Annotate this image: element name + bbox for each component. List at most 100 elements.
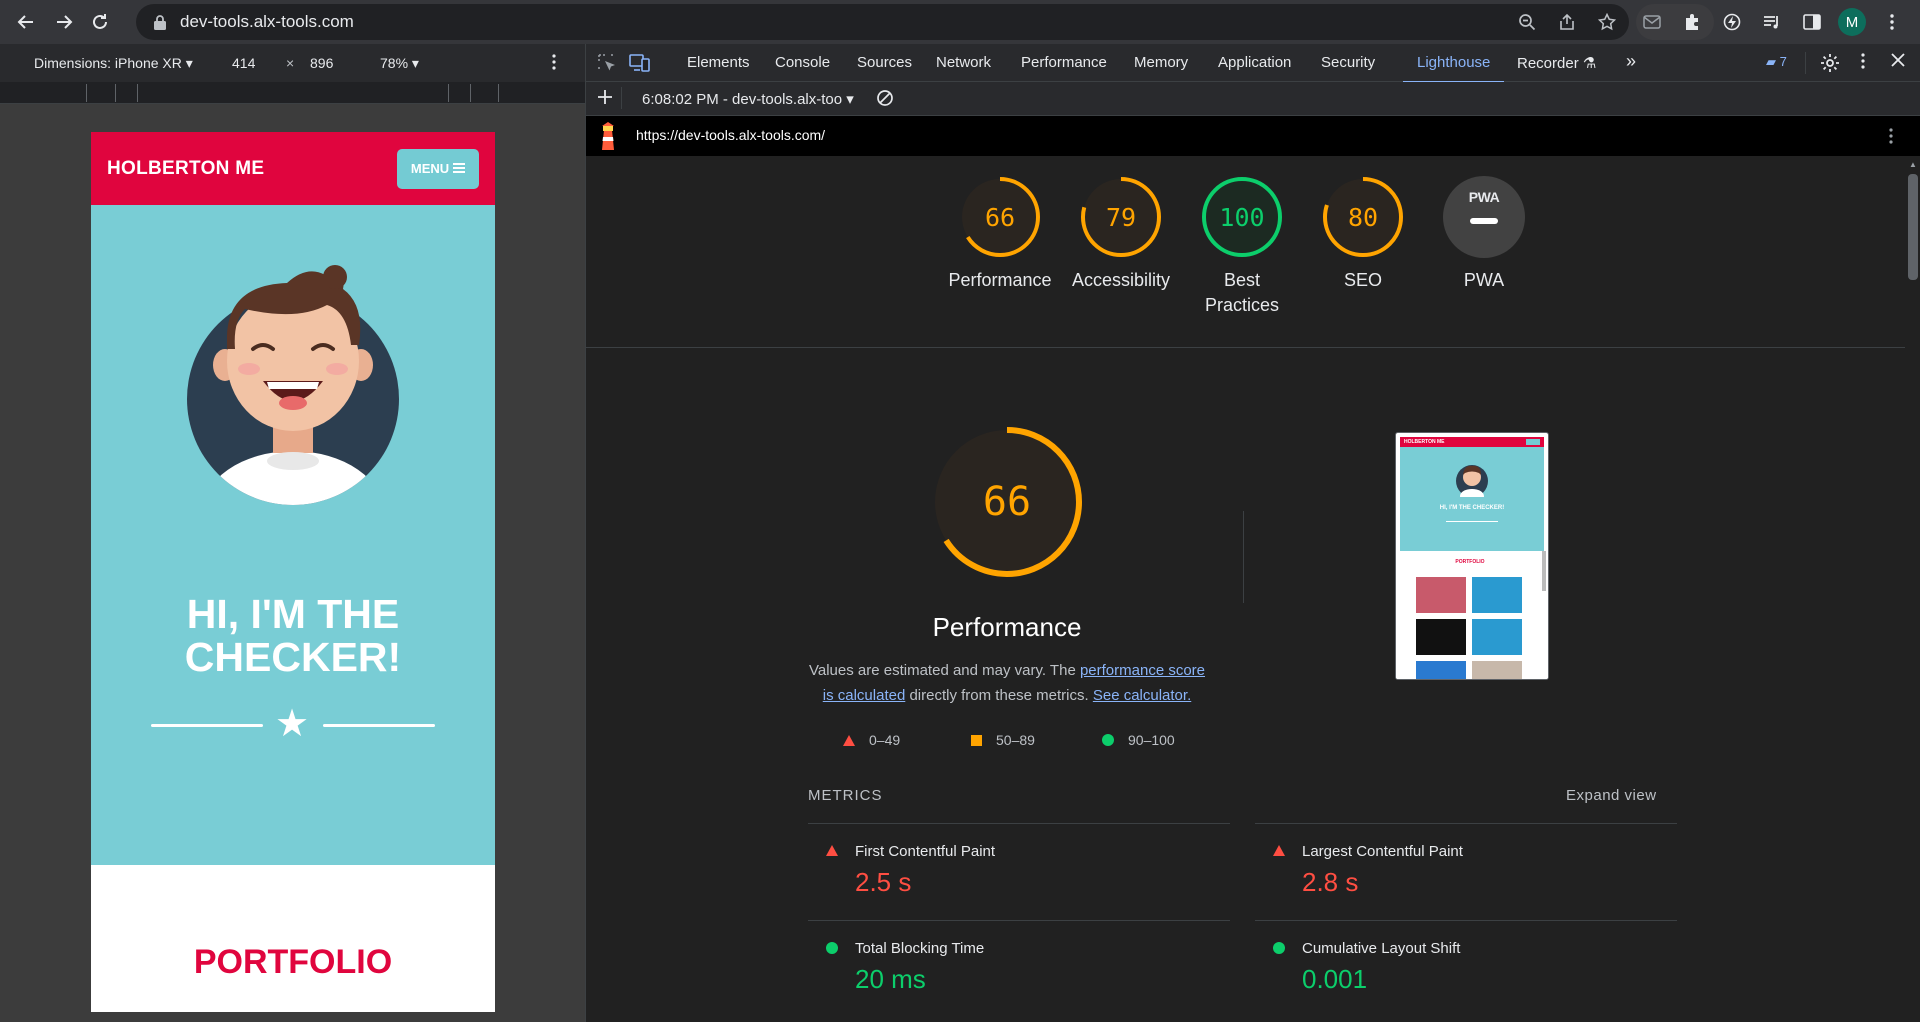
menu-button[interactable]: MENU bbox=[397, 148, 479, 189]
metric-value: 0.001 bbox=[1302, 964, 1368, 994]
thumb-divider bbox=[1446, 521, 1498, 522]
lighthouse-toolbar: 6:08:02 PM - dev-tools.alx-too ▾ bbox=[586, 82, 1920, 116]
tab-recorder[interactable]: Recorder ⚗ bbox=[1517, 54, 1596, 72]
tab-security[interactable]: Security bbox=[1321, 54, 1375, 71]
gauge-best-practices[interactable]: 100 Best Practices bbox=[1182, 176, 1302, 318]
gauge-label: Accessibility bbox=[1071, 270, 1171, 290]
gauge-accessibility[interactable]: 79 Accessibility bbox=[1061, 176, 1181, 293]
desc-text: directly from these metrics. bbox=[905, 687, 1093, 704]
thumb-tile bbox=[1416, 619, 1466, 655]
zoom-icon[interactable] bbox=[1507, 4, 1547, 40]
tab-performance[interactable]: Performance bbox=[1021, 54, 1107, 71]
gauge-score: 100 bbox=[1219, 202, 1265, 232]
gauge-pwa[interactable]: PWA PWA bbox=[1424, 176, 1544, 293]
gauge-score: 80 bbox=[1347, 202, 1379, 232]
gauge-label: PWA bbox=[1463, 270, 1505, 290]
report-scrollbar[interactable]: ▲ bbox=[1905, 156, 1920, 1022]
device-dimensions-select[interactable]: Dimensions: iPhone XR ▾ bbox=[34, 55, 193, 72]
mail-extension-icon[interactable] bbox=[1632, 4, 1672, 40]
gauge-score: 79 bbox=[1105, 202, 1137, 232]
share-icon[interactable] bbox=[1547, 4, 1587, 40]
more-tabs-icon[interactable]: » bbox=[1626, 51, 1636, 72]
tab-elements[interactable]: Elements bbox=[687, 54, 750, 71]
tab-lighthouse[interactable]: Lighthouse bbox=[1402, 54, 1505, 83]
metric-fcp: First Contentful Paint 2.5 s bbox=[808, 823, 1230, 920]
final-screenshot-thumbnail[interactable]: HOLBERTON ME HI, I'M THE CHECKER! PORTFO… bbox=[1395, 432, 1549, 680]
thumb-title: HI, I'M THE CHECKER! bbox=[1439, 505, 1505, 511]
device-zoom-select[interactable]: 78% ▾ bbox=[380, 55, 419, 72]
report-url[interactable]: https://dev-tools.alx-tools.com/ bbox=[636, 127, 825, 143]
address-bar[interactable]: dev-tools.alx-tools.com bbox=[136, 4, 1629, 40]
tab-sources[interactable]: Sources bbox=[857, 54, 912, 71]
lighthouse-report: 66 Performance 79 Accessibility 100 Best… bbox=[586, 156, 1920, 1022]
device-toolbar: Dimensions: iPhone XR ▾ 414 × 896 78% ▾ bbox=[0, 44, 585, 82]
report-selector-label: 6:08:02 PM - dev-tools.alx-too bbox=[642, 91, 843, 108]
lock-icon[interactable] bbox=[154, 14, 168, 30]
issues-count: 7 bbox=[1779, 54, 1787, 69]
scroll-up-icon[interactable]: ▲ bbox=[1909, 160, 1917, 169]
issues-badge[interactable]: ▰ 7 bbox=[1766, 54, 1787, 70]
metrics-heading: METRICS bbox=[808, 787, 883, 804]
tab-network[interactable]: Network bbox=[936, 54, 991, 71]
metric-name: Largest Contentful Paint bbox=[1302, 843, 1463, 860]
address-url[interactable]: dev-tools.alx-tools.com bbox=[180, 12, 354, 32]
ruler-tick bbox=[448, 84, 449, 102]
device-width-input[interactable]: 414 bbox=[232, 55, 255, 71]
thumb-tile bbox=[1472, 661, 1522, 679]
fail-triangle-icon bbox=[1273, 845, 1285, 856]
thumb-hero: HI, I'M THE CHECKER! bbox=[1400, 447, 1544, 551]
performance-score: 66 bbox=[982, 479, 1032, 525]
metric-value: 2.8 s bbox=[1302, 867, 1359, 897]
ruler-tick bbox=[115, 84, 116, 102]
extensions-puzzle-icon[interactable] bbox=[1672, 4, 1712, 40]
performance-description: Values are estimated and may vary. The p… bbox=[804, 658, 1210, 708]
tab-memory[interactable]: Memory bbox=[1134, 54, 1188, 71]
report-selector[interactable]: 6:08:02 PM - dev-tools.alx-too ▾ bbox=[642, 90, 854, 108]
divider-line bbox=[323, 724, 435, 727]
tab-application[interactable]: Application bbox=[1218, 54, 1291, 71]
gauge-ring: 66 bbox=[959, 176, 1041, 258]
browser-toolbar: dev-tools.alx-tools.com M bbox=[0, 0, 1920, 44]
media-queue-icon[interactable] bbox=[1752, 4, 1792, 40]
pass-circle-icon bbox=[1273, 942, 1285, 954]
gauge-performance[interactable]: 66 Performance bbox=[940, 176, 1060, 293]
profile-avatar[interactable]: M bbox=[1832, 4, 1872, 40]
scrollbar-thumb[interactable] bbox=[1908, 174, 1918, 280]
bookmark-star-icon[interactable] bbox=[1587, 4, 1627, 40]
gauge-seo[interactable]: 80 SEO bbox=[1303, 176, 1423, 293]
media-query-ruler[interactable] bbox=[0, 82, 585, 104]
report-url-bar: https://dev-tools.alx-tools.com/ bbox=[586, 116, 1920, 156]
settings-gear-icon[interactable] bbox=[1820, 53, 1840, 77]
clear-reports-icon[interactable] bbox=[876, 89, 894, 111]
device-toggle-icon[interactable] bbox=[629, 53, 651, 77]
expand-view-button[interactable]: Expand view bbox=[1566, 787, 1657, 804]
forward-icon[interactable] bbox=[44, 2, 84, 42]
thumb-tile bbox=[1416, 661, 1466, 679]
device-toolbar-more-icon[interactable] bbox=[552, 53, 556, 73]
close-devtools-icon[interactable] bbox=[1891, 53, 1905, 71]
site-logo[interactable]: HOLBERTON ME bbox=[107, 158, 264, 180]
browser-menu-icon[interactable] bbox=[1872, 4, 1912, 40]
device-viewport: HOLBERTON ME MENU HI, I'M THE CHECKER! ★… bbox=[0, 104, 585, 1022]
checker-avatar-illustration bbox=[187, 265, 399, 505]
reload-icon[interactable] bbox=[80, 2, 120, 42]
see-calculator-link[interactable]: See calculator. bbox=[1093, 687, 1191, 704]
new-report-icon[interactable] bbox=[596, 88, 614, 110]
device-height-input[interactable]: 896 bbox=[310, 55, 333, 71]
thumb-tile bbox=[1472, 577, 1522, 613]
devtools-tabbar: Elements Console Sources Network Perform… bbox=[586, 44, 1920, 83]
legend-label: 50–89 bbox=[996, 732, 1035, 748]
back-icon[interactable] bbox=[6, 2, 46, 42]
portfolio-heading: PORTFOLIO bbox=[193, 943, 393, 981]
tab-console[interactable]: Console bbox=[775, 54, 830, 71]
pwa-badge-text: PWA bbox=[1468, 189, 1500, 205]
devtools-more-icon[interactable] bbox=[1861, 53, 1865, 73]
bolt-extension-icon[interactable] bbox=[1712, 4, 1752, 40]
side-panel-icon[interactable] bbox=[1792, 4, 1832, 40]
report-menu-icon[interactable] bbox=[1889, 128, 1893, 148]
thumb-avatar bbox=[1456, 465, 1488, 497]
legend-label: 90–100 bbox=[1128, 732, 1175, 748]
metric-value: 20 ms bbox=[855, 964, 926, 994]
legend-fail: 0–49 bbox=[843, 732, 900, 748]
inspect-element-icon[interactable] bbox=[597, 53, 617, 77]
